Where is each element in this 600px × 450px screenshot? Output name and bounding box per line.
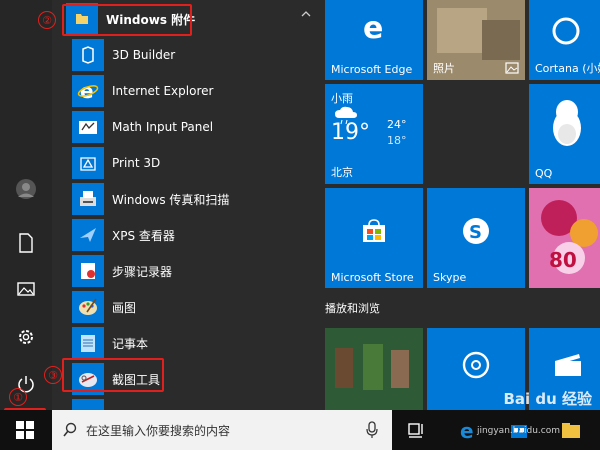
- app-label: XPS 查看器: [112, 228, 175, 243]
- windows-logo-icon: [16, 421, 34, 439]
- weather-condition: 小雨: [331, 92, 353, 105]
- app-label: Print 3D: [112, 156, 161, 170]
- 3d-builder-icon: [72, 39, 104, 71]
- weather-high: 24°: [387, 118, 407, 131]
- task-view-icon[interactable]: [406, 419, 428, 441]
- step-badge-3: ③: [44, 366, 62, 384]
- app-notepad[interactable]: 记事本: [72, 326, 312, 360]
- xps-viewer-icon: [72, 219, 104, 251]
- watermark-brand: Bai du 经验: [503, 390, 592, 408]
- app-steps-recorder[interactable]: 步骤记录器: [72, 254, 312, 288]
- app-label: Windows 传真和扫描: [112, 192, 230, 207]
- app-icon: [72, 399, 104, 410]
- math-input-icon: [72, 111, 104, 143]
- app-label: 记事本: [112, 336, 149, 351]
- start-menu-screen: Windows 附件 3D Builder e Internet Explore…: [0, 0, 600, 450]
- notepad-icon: [72, 327, 104, 359]
- cortana-ring-icon: [552, 17, 580, 45]
- app-label: Math Input Panel: [112, 120, 214, 134]
- groove-music-icon: [462, 351, 490, 379]
- app-partial: [72, 398, 312, 410]
- tile-minecraft[interactable]: [325, 328, 423, 410]
- app-paint[interactable]: 画图: [72, 290, 312, 324]
- qq-penguin-icon: [553, 100, 581, 146]
- steps-recorder-icon: [72, 255, 104, 287]
- settings-gear-icon[interactable]: [15, 326, 37, 348]
- photos-icon: [505, 62, 519, 74]
- tile-candy-game[interactable]: 80: [529, 188, 600, 288]
- tile-label: Skype: [433, 271, 467, 284]
- pictures-icon[interactable]: [15, 278, 37, 300]
- search-icon: [63, 422, 77, 437]
- watermark-url: jingyan.baidu.com: [476, 426, 560, 436]
- highlight-snipping-tool: [62, 358, 164, 392]
- app-list: Windows 附件 3D Builder e Internet Explore…: [52, 0, 320, 410]
- app-xps-viewer[interactable]: XPS 查看器: [72, 218, 312, 252]
- tile-label: 照片: [433, 62, 455, 75]
- search-placeholder: 在这里输入你要搜索的内容: [86, 423, 231, 438]
- svg-text:S: S: [469, 222, 482, 243]
- app-3d-builder[interactable]: 3D Builder: [72, 38, 312, 72]
- tile-skype[interactable]: S Skype: [427, 188, 525, 288]
- print-3d-icon: [72, 147, 104, 179]
- user-avatar[interactable]: [15, 178, 37, 200]
- tile-label: Microsoft Store: [331, 271, 414, 284]
- taskbar-search-box[interactable]: 在这里输入你要搜索的内容: [52, 410, 392, 450]
- minecraft-art: [325, 328, 423, 410]
- tile-label: QQ: [535, 167, 553, 180]
- tile-microsoft-store[interactable]: Microsoft Store: [325, 188, 423, 288]
- weather-city: 北京: [331, 166, 353, 179]
- step-badge-2: ②: [38, 11, 56, 29]
- tile-qq[interactable]: QQ: [529, 84, 600, 184]
- candy-game-art: [529, 188, 600, 288]
- tile-weather[interactable]: 小雨 19° 24° 18° 北京: [325, 84, 423, 184]
- fax-scan-icon: [72, 183, 104, 215]
- tile-microsoft-edge[interactable]: e Microsoft Edge: [325, 0, 423, 80]
- tile-cortana[interactable]: Cortana (小娜): [529, 0, 600, 80]
- internet-explorer-icon: e: [72, 75, 104, 107]
- documents-icon[interactable]: [15, 232, 37, 254]
- highlight-windows-accessories: [62, 4, 192, 36]
- store-bag-icon: [363, 219, 385, 242]
- start-button[interactable]: [4, 410, 46, 450]
- tile-photos[interactable]: 照片: [427, 0, 525, 80]
- start-rail: [0, 0, 52, 410]
- weather-low: 18°: [387, 134, 407, 147]
- svg-text:e: e: [363, 12, 383, 42]
- candy-number: 80: [549, 248, 577, 272]
- step-badge-1: ①: [9, 388, 27, 406]
- skype-icon: S: [463, 218, 489, 244]
- film-clapper-icon: [555, 354, 581, 376]
- paint-palette-icon: [72, 291, 104, 323]
- tile-label: Cortana (小娜): [535, 62, 600, 75]
- app-print-3d[interactable]: Print 3D: [72, 146, 312, 180]
- tile-label: Microsoft Edge: [331, 63, 413, 76]
- edge-icon: e: [363, 12, 383, 42]
- microphone-icon[interactable]: [366, 421, 378, 439]
- app-internet-explorer[interactable]: e Internet Explorer: [72, 74, 312, 108]
- svg-text:e: e: [80, 80, 94, 102]
- weather-temp: 19°: [331, 120, 370, 145]
- chevron-up-icon[interactable]: [300, 8, 312, 20]
- app-label: Internet Explorer: [112, 84, 214, 98]
- svg-text:e: e: [460, 419, 474, 441]
- app-fax-scan[interactable]: Windows 传真和扫描: [72, 182, 312, 216]
- app-math-input-panel[interactable]: Math Input Panel: [72, 110, 312, 144]
- section-play-browse: 播放和浏览: [325, 302, 380, 315]
- app-label: 步骤记录器: [112, 264, 173, 279]
- app-label: 画图: [112, 300, 137, 315]
- tiles-area: e Microsoft Edge 照片 Cortana (小娜) 小雨 19° …: [320, 0, 600, 410]
- app-label: 3D Builder: [112, 48, 176, 62]
- file-explorer-icon[interactable]: [560, 419, 582, 441]
